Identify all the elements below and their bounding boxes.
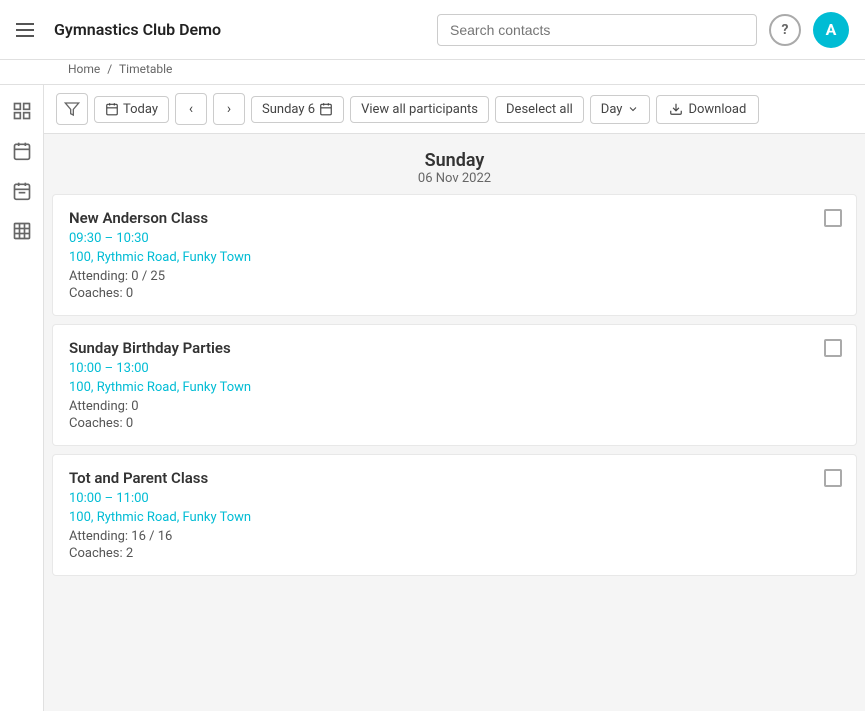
- content-area: Today ‹ › Sunday 6 View all participants…: [44, 85, 865, 711]
- events-container: New Anderson Class 09:30 – 10:30 100, Ry…: [44, 194, 865, 576]
- download-button[interactable]: Download: [656, 95, 759, 124]
- event-title: New Anderson Class: [69, 209, 840, 227]
- breadcrumb-home[interactable]: Home: [68, 62, 100, 76]
- sidebar-item-event[interactable]: [4, 133, 40, 169]
- breadcrumb: Home / Timetable: [0, 60, 865, 85]
- event-coaches: Coaches: 2: [69, 546, 840, 561]
- day-header: Sunday 06 Nov 2022: [44, 134, 865, 194]
- main-layout: Today ‹ › Sunday 6 View all participants…: [0, 85, 865, 711]
- event-checkbox[interactable]: [824, 339, 842, 357]
- event-coaches: Coaches: 0: [69, 286, 840, 301]
- view-all-participants-button[interactable]: View all participants: [350, 96, 489, 123]
- event-checkbox[interactable]: [824, 469, 842, 487]
- help-button[interactable]: ?: [769, 14, 801, 46]
- day-date: 06 Nov 2022: [44, 171, 865, 186]
- day-name: Sunday: [44, 150, 865, 171]
- hamburger-icon[interactable]: [16, 23, 34, 37]
- toolbar: Today ‹ › Sunday 6 View all participants…: [44, 85, 865, 134]
- next-button[interactable]: ›: [213, 93, 245, 125]
- event-attending: Attending: 0: [69, 399, 840, 414]
- today-button[interactable]: Today: [94, 96, 169, 123]
- sidebar-item-calendar[interactable]: [4, 173, 40, 209]
- search-input[interactable]: [437, 14, 757, 46]
- event-location: 100, Rythmic Road, Funky Town: [69, 380, 840, 395]
- event-card: Tot and Parent Class 10:00 – 11:00 100, …: [52, 454, 857, 576]
- event-location: 100, Rythmic Road, Funky Town: [69, 510, 840, 525]
- app-title: Gymnastics Club Demo: [54, 20, 221, 39]
- breadcrumb-separator: /: [107, 62, 112, 76]
- avatar[interactable]: A: [813, 12, 849, 48]
- event-checkbox[interactable]: [824, 209, 842, 227]
- event-attending: Attending: 0 / 25: [69, 269, 840, 284]
- event-title: Tot and Parent Class: [69, 469, 840, 487]
- event-card: New Anderson Class 09:30 – 10:30 100, Ry…: [52, 194, 857, 316]
- top-header: Gymnastics Club Demo ? A: [0, 0, 865, 60]
- prev-button[interactable]: ‹: [175, 93, 207, 125]
- sidebar-item-grid[interactable]: [4, 213, 40, 249]
- breadcrumb-timetable[interactable]: Timetable: [119, 62, 172, 76]
- event-time: 10:00 – 11:00: [69, 491, 840, 506]
- sidebar: [0, 85, 44, 711]
- filter-button[interactable]: [56, 93, 88, 125]
- event-time: 10:00 – 13:00: [69, 361, 840, 376]
- calendar-content: Sunday 06 Nov 2022 New Anderson Class 09…: [44, 134, 865, 711]
- view-mode-selector[interactable]: Day: [590, 95, 651, 124]
- date-selector[interactable]: Sunday 6: [251, 96, 344, 123]
- deselect-all-button[interactable]: Deselect all: [495, 96, 584, 123]
- event-time: 09:30 – 10:30: [69, 231, 840, 246]
- event-location: 100, Rythmic Road, Funky Town: [69, 250, 840, 265]
- event-attending: Attending: 16 / 16: [69, 529, 840, 544]
- event-title: Sunday Birthday Parties: [69, 339, 840, 357]
- sidebar-item-menu[interactable]: [4, 93, 40, 129]
- event-coaches: Coaches: 0: [69, 416, 840, 431]
- event-card: Sunday Birthday Parties 10:00 – 13:00 10…: [52, 324, 857, 446]
